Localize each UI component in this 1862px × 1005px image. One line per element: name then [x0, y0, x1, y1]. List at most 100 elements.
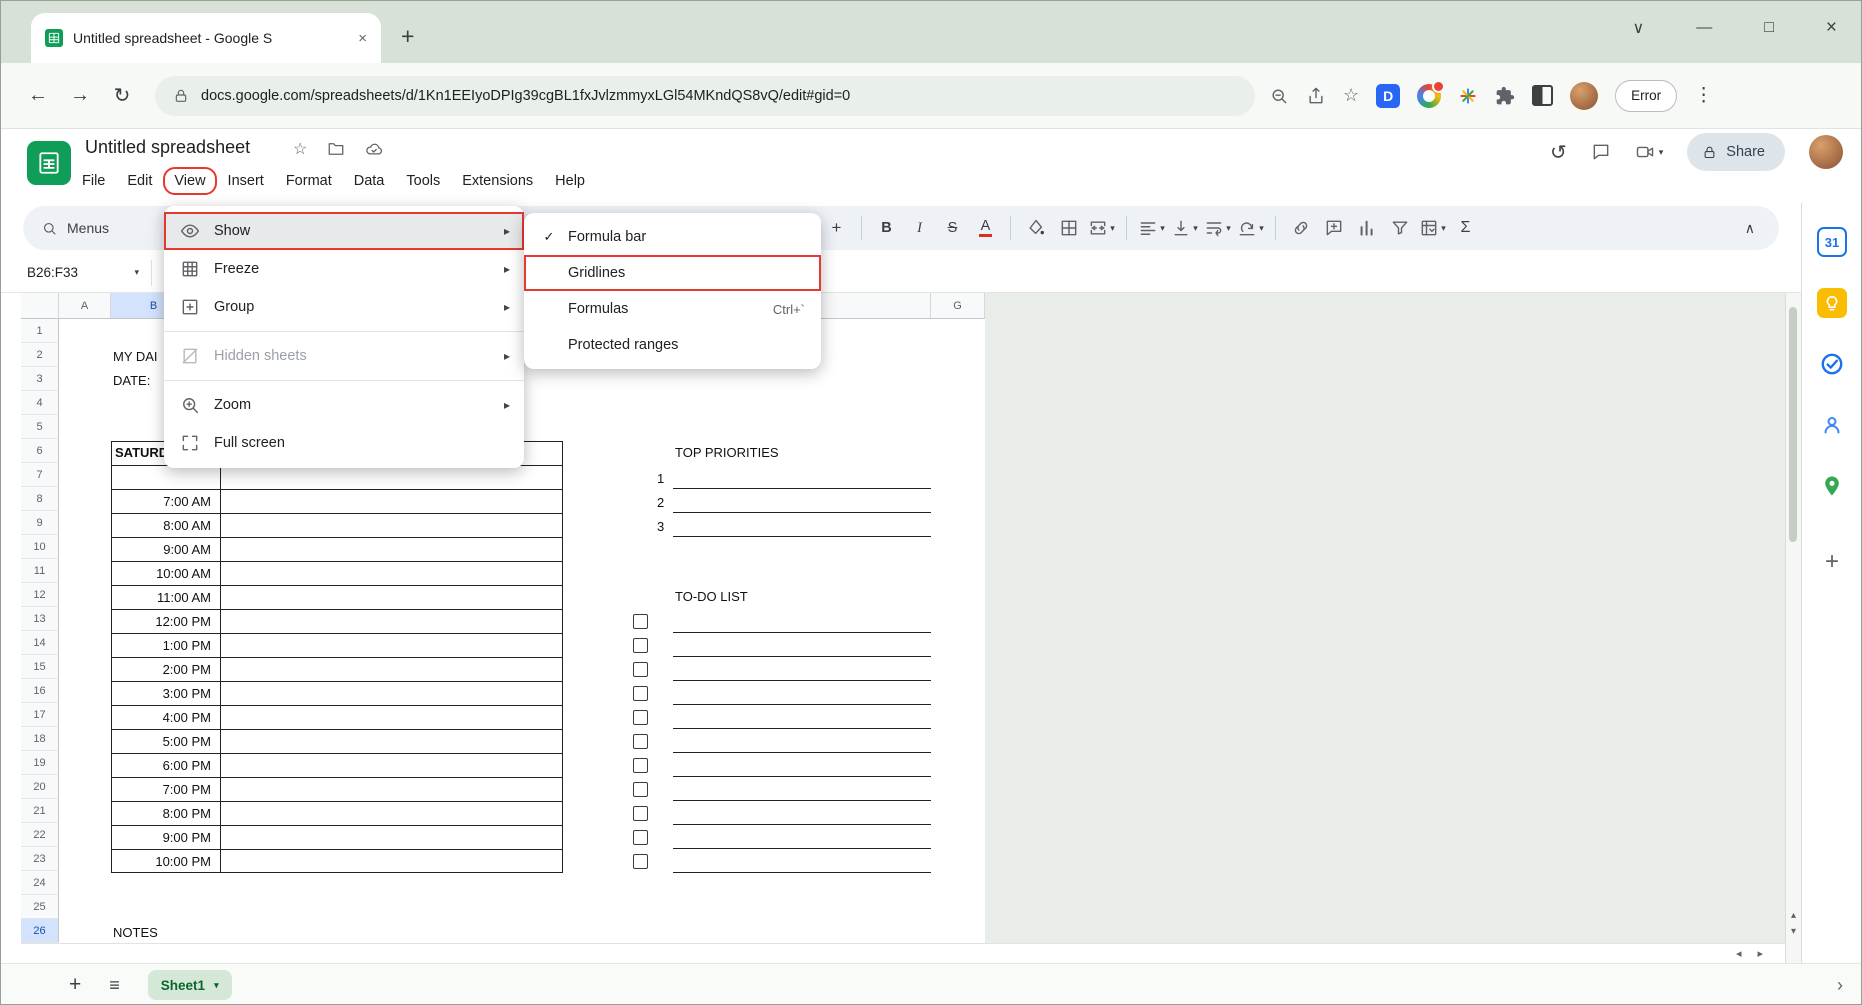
column-header-g[interactable]: G	[931, 293, 985, 319]
row-header-17[interactable]: 17	[21, 703, 59, 727]
schedule-row[interactable]: 6:00 PM	[112, 754, 562, 778]
extensions-puzzle-icon[interactable]	[1495, 86, 1515, 106]
browser-profile-avatar[interactable]	[1570, 82, 1598, 110]
scroll-left-icon[interactable]: ◂	[1736, 947, 1742, 960]
show-submenu-item-gridlines[interactable]: Gridlines	[524, 255, 821, 291]
row-header-8[interactable]: 8	[21, 487, 59, 511]
share-button[interactable]: Share	[1687, 133, 1785, 171]
menu-help[interactable]: Help	[546, 169, 594, 193]
tab-close-icon[interactable]: ×	[358, 30, 367, 47]
row-header-4[interactable]: 4	[21, 391, 59, 415]
minimize-button[interactable]: —	[1696, 19, 1712, 37]
select-all-corner[interactable]	[21, 293, 59, 319]
close-button[interactable]: ×	[1826, 17, 1837, 39]
view-menu-item-freeze[interactable]: Freeze▸	[164, 250, 524, 288]
menu-data[interactable]: Data	[345, 169, 394, 193]
increase-font-size-button[interactable]: +	[823, 213, 850, 243]
todo-checkbox[interactable]	[633, 638, 648, 653]
document-title[interactable]: Untitled spreadsheet	[85, 137, 250, 158]
todo-row[interactable]	[673, 753, 931, 777]
bold-button[interactable]: B	[873, 213, 900, 243]
extension-pinwheel-icon[interactable]	[1458, 86, 1478, 106]
cloud-status-icon[interactable]	[365, 140, 383, 158]
view-menu-item-full-screen[interactable]: Full screen	[164, 424, 524, 462]
view-menu-item-show[interactable]: Show▸	[164, 212, 524, 250]
todo-checkbox[interactable]	[633, 710, 648, 725]
todo-row[interactable]	[673, 777, 931, 801]
row-header-22[interactable]: 22	[21, 823, 59, 847]
schedule-row[interactable]: 8:00 AM	[112, 514, 562, 538]
side-panel-toggle-icon[interactable]	[1532, 85, 1553, 106]
row-header-26[interactable]: 26	[21, 919, 59, 943]
priority-row[interactable]: 2	[673, 489, 931, 513]
horizontal-align-button[interactable]: ▾	[1138, 213, 1165, 243]
schedule-row[interactable]: 9:00 AM	[112, 538, 562, 562]
maximize-button[interactable]: □	[1764, 19, 1774, 37]
menu-file[interactable]: File	[73, 169, 114, 193]
todo-row[interactable]	[673, 801, 931, 825]
tasks-icon[interactable]	[1817, 349, 1847, 379]
error-button[interactable]: Error	[1615, 80, 1677, 112]
menu-tools[interactable]: Tools	[397, 169, 449, 193]
row-header-12[interactable]: 12	[21, 583, 59, 607]
new-tab-button[interactable]: +	[401, 25, 414, 48]
todo-checkbox[interactable]	[633, 830, 648, 845]
schedule-row[interactable]: 3:00 PM	[112, 682, 562, 706]
functions-button[interactable]: Σ	[1452, 213, 1479, 243]
insert-chart-button[interactable]	[1353, 213, 1380, 243]
row-header-21[interactable]: 21	[21, 799, 59, 823]
row-header-1[interactable]: 1	[21, 319, 59, 343]
scrollbar-thumb[interactable]	[1789, 307, 1797, 542]
row-header-2[interactable]: 2	[21, 343, 59, 367]
forward-button[interactable]: →	[59, 84, 101, 107]
schedule-row[interactable]: 10:00 AM	[112, 562, 562, 586]
merge-cells-button[interactable]: ▾	[1088, 213, 1115, 243]
zoom-icon[interactable]	[1269, 86, 1289, 106]
schedule-row[interactable]: 1:00 PM	[112, 634, 562, 658]
maps-icon[interactable]	[1817, 471, 1847, 501]
priority-row[interactable]: 1	[673, 465, 931, 489]
row-header-23[interactable]: 23	[21, 847, 59, 871]
browser-menu-icon[interactable]: ⋮	[1694, 84, 1713, 107]
address-bar[interactable]: docs.google.com/spreadsheets/d/1Kn1EEIyo…	[155, 76, 1255, 116]
insert-comment-button[interactable]	[1320, 213, 1347, 243]
account-avatar[interactable]	[1809, 135, 1843, 169]
row-header-19[interactable]: 19	[21, 751, 59, 775]
schedule-row[interactable]: 7:00 AM	[112, 490, 562, 514]
add-panel-app-icon[interactable]: +	[1825, 548, 1839, 576]
text-rotation-button[interactable]: ▾	[1237, 213, 1264, 243]
todo-checkbox[interactable]	[633, 686, 648, 701]
menu-format[interactable]: Format	[277, 169, 341, 193]
priorities-list[interactable]: 123	[673, 465, 931, 537]
row-header-10[interactable]: 10	[21, 535, 59, 559]
insert-link-button[interactable]	[1287, 213, 1314, 243]
todo-checkbox[interactable]	[633, 782, 648, 797]
create-filter-button[interactable]	[1386, 213, 1413, 243]
todo-row[interactable]	[673, 729, 931, 753]
browser-tab[interactable]: Untitled spreadsheet - Google S ×	[31, 13, 381, 63]
show-submenu-item-formula-bar[interactable]: ✓Formula bar	[524, 219, 821, 255]
todo-checkbox[interactable]	[633, 806, 648, 821]
menu-extensions[interactable]: Extensions	[453, 169, 542, 193]
row-header-16[interactable]: 16	[21, 679, 59, 703]
row-header-5[interactable]: 5	[21, 415, 59, 439]
sheet-tab-sheet1[interactable]: Sheet1 ▾	[148, 970, 232, 1000]
fill-color-button[interactable]	[1022, 213, 1049, 243]
row-header-7[interactable]: 7	[21, 463, 59, 487]
row-header-13[interactable]: 13	[21, 607, 59, 631]
schedule-row[interactable]: 4:00 PM	[112, 706, 562, 730]
extension-d-icon[interactable]: D	[1376, 84, 1400, 108]
collapse-toolbar-icon[interactable]: ∧	[1745, 220, 1755, 237]
contacts-icon[interactable]	[1817, 410, 1847, 440]
schedule-row[interactable]: 7:00 PM	[112, 778, 562, 802]
scroll-right-icon[interactable]: ▸	[1757, 947, 1763, 960]
todo-checkbox[interactable]	[633, 854, 648, 869]
move-folder-icon[interactable]	[327, 140, 345, 158]
row-header-11[interactable]: 11	[21, 559, 59, 583]
priority-row[interactable]: 3	[673, 513, 931, 537]
vertical-align-button[interactable]: ▾	[1171, 213, 1198, 243]
show-submenu-item-formulas[interactable]: FormulasCtrl+`	[524, 291, 821, 327]
todo-checkbox[interactable]	[633, 614, 648, 629]
vertical-scrollbar[interactable]: ▴ ▾	[1785, 293, 1801, 963]
menus-search-button[interactable]: Menus	[41, 206, 109, 250]
